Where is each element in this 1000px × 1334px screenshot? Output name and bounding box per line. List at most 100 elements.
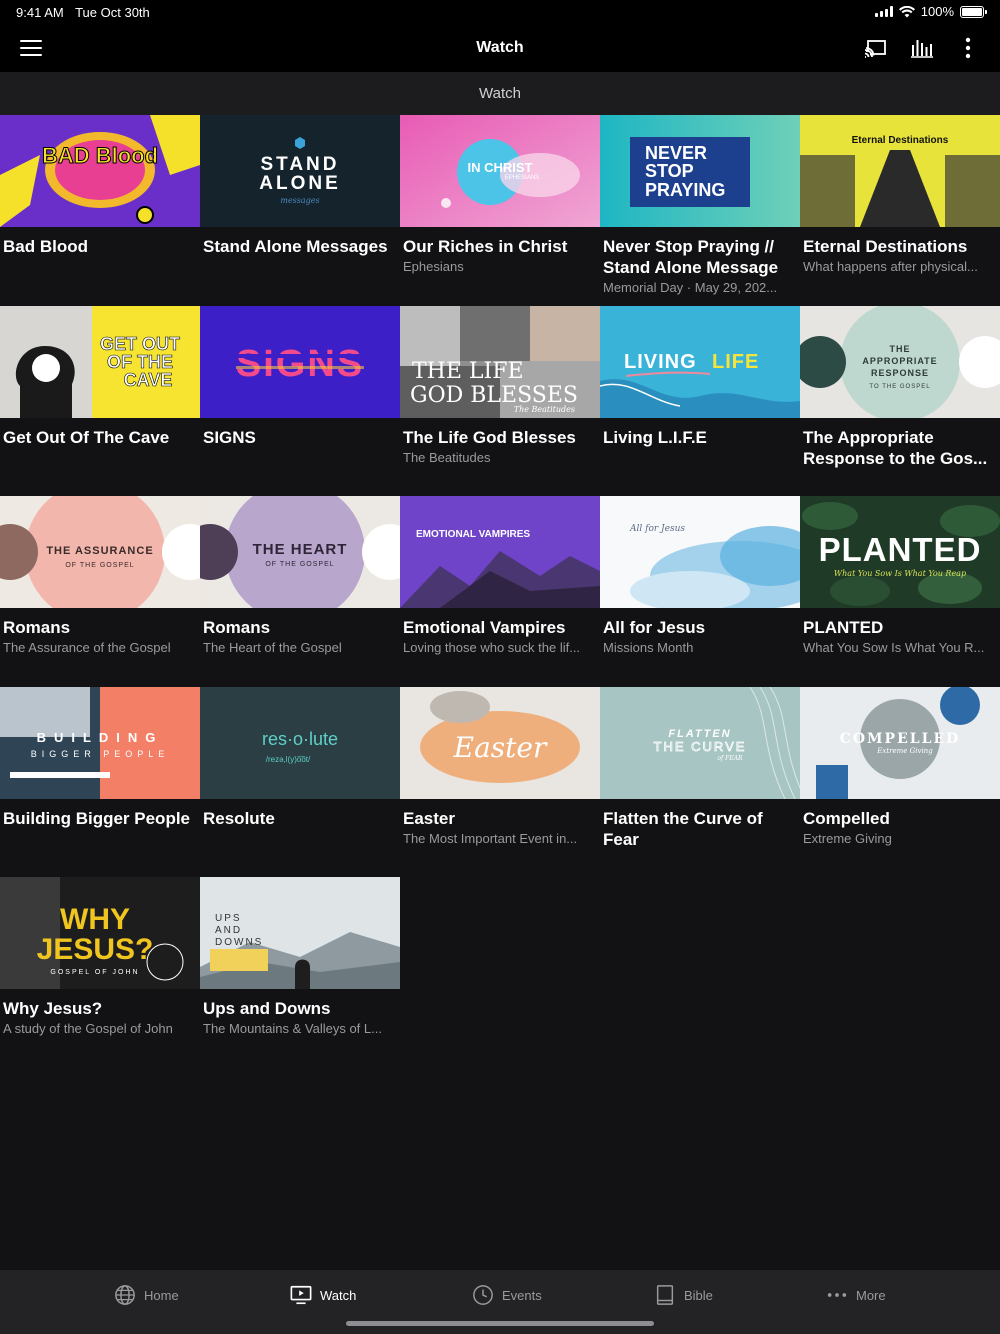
tab-label: Home — [144, 1287, 179, 1303]
tab-home[interactable]: Home — [114, 1284, 179, 1306]
series-title: The Life God Blesses — [403, 428, 576, 447]
series-tile-life-god-blesses[interactable]: THE LIFE GOD BLESSES The Beatitudes The … — [400, 306, 600, 496]
series-tile-why-jesus[interactable]: WHY JESUS? GOSPEL OF JOHN Why Jesus? A s… — [0, 877, 200, 1067]
series-tile-in-christ[interactable]: IN CHRIST EPHESIANS Our Riches in Christ… — [400, 115, 600, 305]
svg-text:OF THE GOSPEL: OF THE GOSPEL — [265, 561, 334, 568]
series-tile-romans-assurance[interactable]: THE ASSURANCE OF THE GOSPEL Romans The A… — [0, 496, 200, 686]
series-tile-emotional-vampires[interactable]: EMOTIONAL VAMPIRES Emotional Vampires Lo… — [400, 496, 600, 686]
series-tile-resolute[interactable]: res·o·lute /rezə,l(y)o͞ot/ Resolute — [200, 687, 400, 877]
svg-text:OF THE: OF THE — [107, 352, 173, 372]
series-subtitle: Loving those who suck the lif... — [403, 640, 581, 655]
svg-text:AND: AND — [215, 925, 242, 936]
series-tile-stand-alone[interactable]: STAND ALONE messages Stand Alone Message… — [200, 115, 400, 305]
clock-icon — [473, 1285, 493, 1305]
signal-icon — [874, 6, 893, 17]
cave-art: GET OUT OF THE CAVE — [0, 306, 200, 418]
assurance-art: THE ASSURANCE OF THE GOSPEL — [0, 496, 200, 608]
series-subtitle: A study of the Gospel of John — [3, 1021, 173, 1036]
eternal-destinations-art: Eternal Destinations — [800, 115, 1000, 227]
svg-text:EMOTIONAL VAMPIRES: EMOTIONAL VAMPIRES — [416, 529, 530, 540]
svg-text:BIGGER PEOPLE: BIGGER PEOPLE — [31, 749, 170, 759]
series-title: Eternal Destinations — [803, 237, 968, 256]
series-tile-eternal-destinations[interactable]: Eternal Destinations Eternal Destination… — [800, 115, 1000, 305]
series-tile-easter[interactable]: Easter Easter The Most Important Event i… — [400, 687, 600, 877]
series-subtitle: The Beatitudes — [403, 450, 491, 465]
more-vertical-icon[interactable] — [956, 36, 980, 60]
series-tile-romans-heart[interactable]: THE HEART OF THE GOSPEL Romans The Heart… — [200, 496, 400, 686]
series-tile-never-stop-praying[interactable]: NEVER STOP PRAYING Never Stop Praying //… — [600, 115, 800, 305]
tab-watch[interactable]: Watch — [290, 1284, 356, 1306]
cast-icon[interactable] — [864, 36, 888, 60]
series-tile-all-for-jesus[interactable]: All for Jesus All for Jesus Missions Mon… — [600, 496, 800, 686]
svg-text:What You Sow Is What You Reap: What You Sow Is What You Reap — [834, 569, 966, 578]
series-title: PLANTED — [803, 618, 884, 637]
nav-bar: Watch — [0, 24, 1000, 72]
tab-events[interactable]: Events — [472, 1284, 542, 1306]
svg-text:GET OUT: GET OUT — [100, 334, 180, 354]
series-tile-building-bigger-people[interactable]: BUILDING BIGGER PEOPLE Building Bigger P… — [0, 687, 200, 877]
series-tile-living-life[interactable]: LIVING LIFE Living L.I.F.E — [600, 306, 800, 496]
svg-text:res·o·lute: res·o·lute — [262, 729, 338, 749]
ups-downs-art: UPS AND DOWNS — [200, 877, 400, 989]
series-title: Emotional Vampires — [403, 618, 566, 637]
status-bar: 9:41 AM Tue Oct 30th 100% — [0, 0, 1000, 24]
tab-bible[interactable]: Bible — [654, 1284, 713, 1306]
appropriate-response-art: THE APPROPRIATE RESPONSE TO THE GOSPEL — [800, 306, 1000, 418]
svg-text:BAD Blood: BAD Blood — [42, 143, 158, 168]
never-stop-praying-art: NEVER STOP PRAYING — [600, 115, 800, 227]
svg-text:of FEAR: of FEAR — [717, 755, 743, 762]
tab-label: More — [856, 1287, 886, 1303]
svg-text:/rezə,l(y)o͞ot/: /rezə,l(y)o͞ot/ — [266, 755, 311, 764]
svg-text:LIVING: LIVING — [624, 351, 697, 373]
svg-text:UPS: UPS — [215, 913, 242, 924]
svg-text:WHY: WHY — [60, 903, 130, 936]
svg-text:THE HEART: THE HEART — [253, 541, 348, 558]
battery-percent: 100% — [920, 4, 954, 19]
svg-text:NEVER: NEVER — [645, 143, 707, 163]
svg-text:messages: messages — [280, 196, 319, 205]
status-date: Tue Oct 30th — [75, 5, 150, 20]
svg-text:RESPONSE: RESPONSE — [871, 368, 929, 378]
wifi-icon — [898, 5, 915, 17]
tab-label: Bible — [684, 1287, 713, 1303]
series-tile-ups-and-downs[interactable]: UPS AND DOWNS Ups and Downs The Mountain… — [200, 877, 400, 1067]
svg-text:PRAYING: PRAYING — [645, 180, 725, 200]
svg-text:Eternal Destinations: Eternal Destinations — [852, 135, 949, 146]
series-title: Why Jesus? — [3, 999, 103, 1018]
series-tile-appropriate-response[interactable]: THE APPROPRIATE RESPONSE TO THE GOSPEL T… — [800, 306, 1000, 496]
series-title: Flatten the Curve of Fear — [603, 809, 763, 849]
series-subtitle: Memorial Day · May 29, 202... — [603, 280, 778, 295]
svg-text:JESUS?: JESUS? — [37, 933, 154, 966]
svg-text:PLANTED: PLANTED — [819, 531, 982, 568]
series-tile-bad-blood[interactable]: BAD Blood Bad Blood — [0, 115, 200, 305]
living-life-art: LIVING LIFE — [600, 306, 800, 418]
series-tile-get-out-of-the-cave[interactable]: GET OUT OF THE CAVE Get Out Of The Cave — [0, 306, 200, 496]
series-tile-compelled[interactable]: COMPELLED Extreme Giving Compelled Extre… — [800, 687, 1000, 877]
series-title: Living L.I.F.E — [603, 428, 707, 447]
svg-text:THE LIFE: THE LIFE — [412, 359, 524, 384]
series-subtitle: What You Sow Is What You R... — [803, 640, 985, 655]
series-tile-signs[interactable]: SIGNS SIGNS — [200, 306, 400, 496]
svg-text:All for Jesus: All for Jesus — [629, 524, 685, 534]
page-title: Watch — [476, 39, 524, 56]
audio-bars-icon[interactable] — [910, 36, 934, 60]
tab-more[interactable]: More — [826, 1284, 886, 1306]
series-tile-flatten-the-curve[interactable]: FLATTEN THE CURVE of FEAR Flatten the Cu… — [600, 687, 800, 877]
ellipsis-icon — [827, 1293, 847, 1297]
series-title: Building Bigger People — [3, 809, 191, 828]
series-subtitle: The Mountains & Valleys of L... — [203, 1021, 382, 1036]
compelled-art: COMPELLED Extreme Giving — [800, 687, 1000, 799]
series-subtitle: The Heart of the Gospel — [203, 640, 342, 655]
svg-text:DOWNS: DOWNS — [215, 937, 263, 948]
series-title: The Appropriate Response to the Gos... — [803, 428, 988, 468]
svg-text:SIGNS: SIGNS — [236, 343, 364, 385]
tv-icon — [290, 1285, 312, 1305]
series-tile-planted[interactable]: PLANTED What You Sow Is What You Reap PL… — [800, 496, 1000, 686]
series-title: Get Out Of The Cave — [3, 428, 170, 447]
in-christ-art: IN CHRIST EPHESIANS — [400, 115, 600, 227]
svg-text:ALONE: ALONE — [259, 173, 341, 194]
easter-art: Easter — [400, 687, 600, 799]
tab-label: Watch — [320, 1287, 357, 1303]
section-header: Watch — [0, 72, 1000, 115]
series-title: SIGNS — [203, 428, 256, 447]
